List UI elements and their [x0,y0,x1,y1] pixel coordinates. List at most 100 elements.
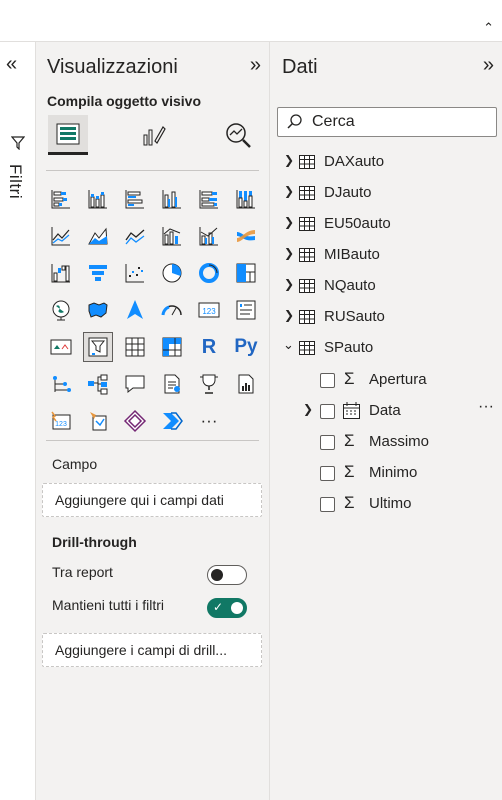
paginated-report-icon[interactable] [231,369,261,399]
svg-text:123: 123 [202,307,216,316]
chevron-right-icon[interactable]: ❯ [284,215,294,229]
line-chart-icon[interactable] [46,221,76,251]
field-name: Data [369,402,401,419]
decomposition-tree-icon[interactable] [83,369,113,399]
table-icon [299,341,315,355]
table-row-expanded[interactable]: ⌄ SPauto [270,335,502,363]
field-checkbox[interactable] [320,466,335,481]
stacked-bar-chart-icon[interactable] [46,184,76,214]
power-apps-card-icon[interactable]: 123 [46,406,76,436]
r-glyph: R [201,335,217,358]
field-checkbox[interactable] [320,497,335,512]
grid-divider [46,440,259,441]
field-row[interactable]: ❯ Data ··· [270,398,502,426]
python-glyph: Py [234,336,258,357]
power-automate-icon[interactable] [157,406,187,436]
stacked-area-chart-icon[interactable] [120,221,150,251]
field-checkbox[interactable] [320,373,335,388]
field-row[interactable]: Σ Ultimo [270,491,502,519]
table-visual-icon[interactable] [120,332,150,362]
table-name: RUSauto [324,308,385,325]
table-row[interactable]: ❯ NQauto [270,273,502,301]
gauge-icon[interactable] [157,295,187,325]
chevron-right-icon[interactable]: ❯ [284,308,294,322]
clustered-bar-chart-icon[interactable] [120,184,150,214]
visualizations-title: Visualizzazioni [47,56,178,78]
chevron-up-icon[interactable]: ⌃ [483,20,494,36]
key-influencers-icon[interactable] [46,369,76,399]
search-input[interactable]: Cerca [277,107,497,137]
qna-icon[interactable] [120,369,150,399]
funnel-chart-icon[interactable] [83,258,113,288]
field-name: Apertura [369,371,427,388]
sum-icon: Σ [344,462,355,481]
ribbon-chart-icon[interactable] [231,221,261,251]
chevron-right-icon[interactable]: ❯ [284,184,294,198]
metrics-icon[interactable] [194,369,224,399]
analytics-tab[interactable] [218,115,258,155]
collapse-data-icon[interactable]: » [483,54,494,77]
scatter-chart-icon[interactable] [120,258,150,288]
build-visual-icon [56,123,80,144]
matrix-icon[interactable] [157,332,187,362]
more-visuals-icon[interactable]: ··· [194,406,224,436]
chevron-right-icon[interactable]: ❯ [284,277,294,291]
azure-ml-icon[interactable] [83,406,113,436]
area-chart-icon[interactable] [83,221,113,251]
slicer-icon[interactable] [83,332,113,362]
mode-tabs [46,115,260,155]
treemap-icon[interactable] [231,258,261,288]
table-row[interactable]: ❯ EU50auto [270,211,502,239]
power-apps-icon[interactable] [120,406,150,436]
tra-report-toggle[interactable] [207,565,247,585]
table-name: DAXauto [324,153,385,170]
mantieni-filtri-toggle[interactable]: ✓ [207,598,247,618]
filter-icon [10,136,26,153]
100-stacked-column-chart-icon[interactable] [231,184,261,214]
line-and-clustered-column-chart-icon[interactable] [194,221,224,251]
campo-drop-zone[interactable]: Aggiungere qui i campi dati [42,483,262,517]
field-checkbox[interactable] [320,404,335,419]
field-row[interactable]: Σ Minimo [270,460,502,488]
r-script-visual-icon[interactable]: R [194,332,224,362]
table-row[interactable]: ❯ RUSauto [270,304,502,332]
sum-icon: Σ [344,493,355,512]
table-name: DJauto [324,184,372,201]
filled-map-icon[interactable] [83,295,113,325]
donut-chart-icon[interactable] [194,258,224,288]
chevron-right-icon[interactable]: ❯ [284,153,294,167]
check-icon: ✓ [213,600,224,614]
build-visual-tab[interactable] [48,115,88,155]
toggle-knob [231,602,243,614]
clustered-column-chart-icon[interactable] [157,184,187,214]
waterfall-chart-icon[interactable] [46,258,76,288]
table-row[interactable]: ❯ MIBauto [270,242,502,270]
azure-map-icon[interactable] [120,295,150,325]
field-row[interactable]: Σ Massimo [270,429,502,457]
filters-label[interactable]: Filtri [5,164,25,199]
multi-row-card-icon[interactable] [231,295,261,325]
chevron-right-icon[interactable]: ❯ [303,402,313,416]
more-options-icon[interactable]: ··· [478,398,494,416]
drill-through-drop-zone[interactable]: Aggiungere i campi di drill... [42,633,262,667]
python-visual-icon[interactable]: Py [231,332,261,362]
line-and-stacked-column-chart-icon[interactable] [157,221,187,251]
stacked-column-chart-icon[interactable] [83,184,113,214]
format-visual-tab[interactable] [133,115,173,155]
kpi-icon[interactable] [46,332,76,362]
collapse-left-icon[interactable]: « [6,54,17,74]
map-icon[interactable] [46,295,76,325]
collapse-right-icon[interactable]: » [250,54,261,77]
pie-chart-icon[interactable] [157,258,187,288]
smart-narrative-icon[interactable] [157,369,187,399]
table-row[interactable]: ❯ DJauto [270,180,502,208]
table-row[interactable]: ❯ DAXauto [270,149,502,177]
field-checkbox[interactable] [320,435,335,450]
field-row[interactable]: Σ Apertura [270,367,502,395]
chevron-right-icon[interactable]: ❯ [284,246,294,260]
100-stacked-bar-chart-icon[interactable] [194,184,224,214]
card-icon[interactable]: 123 [194,295,224,325]
search-icon [286,113,304,136]
chevron-down-icon[interactable]: ⌄ [283,337,294,353]
tabs-divider [46,170,259,171]
